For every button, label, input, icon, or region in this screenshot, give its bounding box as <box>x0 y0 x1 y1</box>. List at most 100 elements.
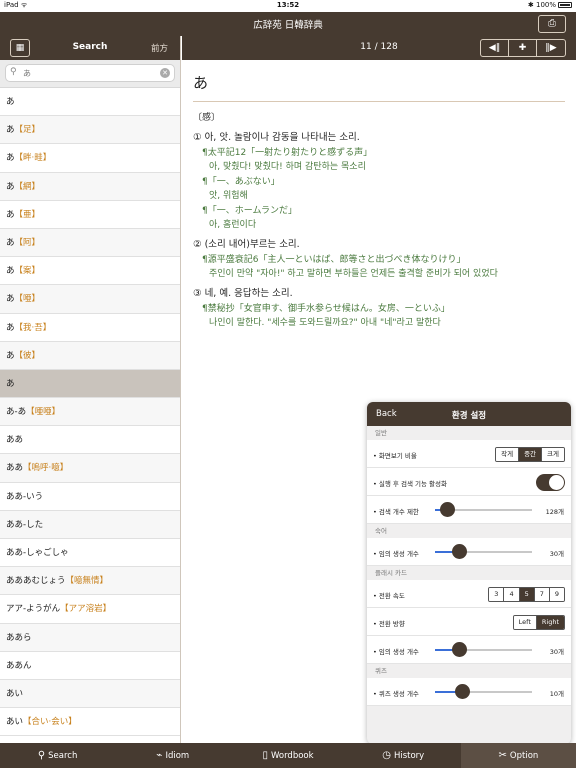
sense-number: ③ <box>193 288 202 299</box>
part-of-speech: 〔感〕 <box>193 113 221 123</box>
section-idiom: 숙어 <box>375 527 387 535</box>
list-item[interactable]: アア-ようがん【アア溶岩】 <box>0 595 180 624</box>
list-item[interactable]: ああ <box>0 426 180 455</box>
screen-ratio-row: • 화면보기 비율 작게 중간 크게 <box>367 440 571 468</box>
segment-option[interactable]: 4 <box>504 588 520 601</box>
segment-option[interactable]: Left <box>513 616 537 629</box>
list-item-kana: あい <box>6 717 24 728</box>
list-item[interactable]: ああ-した <box>0 510 180 539</box>
list-item-kanji: 【唖】 <box>14 294 41 305</box>
list-item-kana: あ <box>6 294 15 305</box>
prefix-search-button[interactable]: 前方 <box>151 42 168 54</box>
clock-icon: ◷ <box>382 750 391 761</box>
list-item[interactable]: あ【案】 <box>0 257 180 286</box>
list-item-kana: あ <box>6 125 15 136</box>
tab-label: Idiom <box>165 751 190 761</box>
list-item[interactable]: あ-あ【唖唖】 <box>0 398 180 427</box>
list-item-kana: ああら <box>6 632 32 643</box>
tab-search[interactable]: ⚲ Search <box>0 743 115 768</box>
share-button[interactable]: ⎙ <box>538 15 566 33</box>
list-item[interactable]: あ【我·吾】 <box>0 314 180 342</box>
idiom-random-slider[interactable] <box>435 544 532 559</box>
list-item[interactable]: あい【合い·会い】 <box>0 708 180 737</box>
slider-knob[interactable] <box>439 502 455 517</box>
list-item[interactable]: あ【唖】 <box>0 285 180 314</box>
previous-button[interactable]: ◀‖ <box>481 40 509 56</box>
sense-text: 네, 예. 응답하는 소리. <box>204 288 293 299</box>
tab-label: Search <box>48 751 78 761</box>
list-item[interactable]: ああ-しゃごしゃ <box>0 539 180 568</box>
list-item-kanji: 【案】 <box>14 266 41 277</box>
slider-knob[interactable] <box>455 684 471 699</box>
segment-option[interactable]: 3 <box>489 588 505 601</box>
section-quiz: 퀴즈 <box>375 667 387 675</box>
search-input[interactable]: ⚲ あ ✕ <box>5 64 175 82</box>
app-title: 広辞苑 日韓辞典 <box>253 20 323 31</box>
list-item[interactable]: あああむじょう【噫無情】 <box>0 567 180 596</box>
segment-option[interactable]: 크게 <box>542 448 564 461</box>
card-random-slider[interactable] <box>435 642 532 657</box>
idiom-random-row: • 임의 생성 개수 30개 <box>367 538 571 566</box>
list-item[interactable]: あ【畔·畦】 <box>0 144 180 173</box>
sense-definition: ① 아, 앗. 놀람이나 감동을 나타내는 소리. <box>193 129 565 143</box>
slider-knob[interactable] <box>452 642 468 657</box>
segment-option[interactable]: 5 <box>519 588 535 601</box>
status-time: 13:52 <box>276 1 300 9</box>
tab-idiom[interactable]: ⌁ Idiom <box>115 743 230 768</box>
direction-segment: Left Right <box>512 615 565 630</box>
list-item-kana: あ <box>6 181 15 192</box>
sense-list: ① 아, 앗. 놀람이나 감동을 나타내는 소리. ¶太平記12「一射たり射たりと… <box>193 129 565 328</box>
list-item[interactable]: あ【阿】 <box>0 228 180 258</box>
entry-content: あ 〔感〕 ① 아, 앗. 놀람이나 감동을 나타내는 소리. ¶太平記12「一射… <box>193 72 565 328</box>
quiz-count-value: 10개 <box>549 690 564 698</box>
list-item[interactable]: ああら <box>0 623 180 652</box>
list-item[interactable]: あ【足】 <box>0 116 180 145</box>
list-item[interactable]: ああん <box>0 652 180 680</box>
segment-option[interactable]: 작게 <box>496 448 520 461</box>
auto-search-toggle[interactable] <box>536 474 565 491</box>
slider-knob[interactable] <box>452 544 468 559</box>
segment-option[interactable]: 중간 <box>519 448 543 461</box>
example-translation: 아, 맞췄다! 맞췄다! 하며 감탄하는 목소리 <box>209 162 366 172</box>
list-item[interactable]: ああ【嗚呼·噫】 <box>0 454 180 483</box>
list-item-kana: ああ-した <box>6 519 44 530</box>
list-item[interactable]: あ【彼】 <box>0 341 180 370</box>
entry-nav: ◀‖ ✚ ‖▶ <box>480 39 566 57</box>
tab-wordbook[interactable]: ▯ Wordbook <box>230 743 345 768</box>
tab-history[interactable]: ◷ History <box>346 743 461 768</box>
list-item[interactable]: あい <box>0 679 180 709</box>
card-random-row: • 임의 생성 개수 30개 <box>367 636 571 664</box>
auto-search-row: • 실행 후 검색 기능 활성화 <box>367 468 571 496</box>
list-item[interactable]: あ <box>0 88 180 117</box>
list-item-kanji: 【亜】 <box>14 209 41 220</box>
speed-label: • 전환 속도 <box>373 592 405 600</box>
example-quote: ¶禁秘抄「女官申す、御手水参らせ候はん。女房、一といふ」 <box>202 304 450 314</box>
list-item-kana: あああむじょう <box>6 576 66 587</box>
example-quote: ¶太平記12「一射たり射たりと感ずる声」 <box>202 148 373 158</box>
list-item[interactable]: ああ-いう <box>0 483 180 511</box>
search-bar: ⚲ あ ✕ <box>0 60 180 88</box>
list-item[interactable]: あ【亜】 <box>0 201 180 229</box>
quiz-count-slider[interactable] <box>435 684 532 699</box>
list-item-kana: あ <box>6 322 15 333</box>
add-button[interactable]: ✚ <box>509 40 537 56</box>
status-bar: iPad ᯤ 13:52 ✱ 100% <box>0 0 576 12</box>
list-item[interactable]: あ <box>0 369 180 399</box>
tab-option[interactable]: ✂ Option <box>460 743 576 768</box>
headword: あ <box>193 72 565 102</box>
segment-option[interactable]: 9 <box>549 588 564 601</box>
entry-header: 11 / 128 ◀‖ ✚ ‖▶ <box>182 36 576 60</box>
sidebar-header: ▦ Search 前方 <box>0 36 180 60</box>
list-item-kanji: 【網】 <box>14 181 41 192</box>
search-limit-label: • 검색 개수 제한 <box>373 508 419 516</box>
next-button[interactable]: ‖▶ <box>537 40 565 56</box>
tab-bar: ⚲ Search ⌁ Idiom ▯ Wordbook ◷ History ✂ Option <box>0 743 576 768</box>
clear-icon[interactable]: ✕ <box>160 68 170 78</box>
search-limit-slider[interactable] <box>435 502 532 517</box>
list-item-kana: あ <box>6 97 15 107</box>
list-item[interactable]: あ【網】 <box>0 172 180 201</box>
segment-option[interactable]: 7 <box>534 588 550 601</box>
list-item-kana: あ-あ <box>6 407 27 418</box>
list-item-kanji: 【彼】 <box>14 350 41 361</box>
segment-option[interactable]: Right <box>536 616 564 629</box>
